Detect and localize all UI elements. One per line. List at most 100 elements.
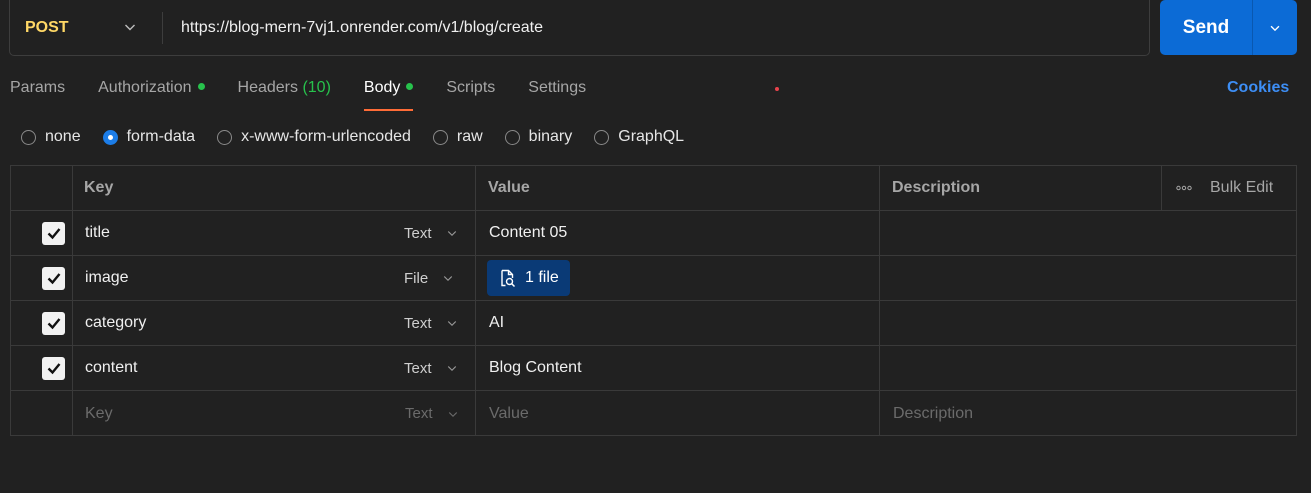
bulk-edit-button[interactable]: Bulk Edit bbox=[1176, 166, 1273, 210]
radio-circle-checked bbox=[102, 129, 118, 145]
column-header-value: Value bbox=[488, 179, 530, 196]
radio-circle bbox=[594, 129, 610, 145]
method-label: POST bbox=[25, 18, 69, 36]
table-row: content Text Blog Content bbox=[11, 346, 1296, 391]
bulk-edit-label: Bulk Edit bbox=[1210, 179, 1274, 196]
value-cell[interactable]: Content 05 bbox=[489, 211, 567, 255]
send-options-button[interactable] bbox=[1253, 0, 1297, 55]
type-label: Text bbox=[404, 359, 432, 377]
type-label: Text bbox=[404, 314, 432, 332]
file-button[interactable]: 1 file bbox=[487, 260, 570, 296]
value-input-placeholder[interactable]: Value bbox=[489, 391, 529, 436]
request-tabs: Params Authorization Headers (10) Body S… bbox=[10, 77, 619, 111]
body-type-selector: none form-data x-www-form-urlencoded raw… bbox=[21, 127, 706, 147]
tab-label: Scripts bbox=[446, 79, 496, 96]
radio-graphql[interactable]: GraphQL bbox=[594, 128, 684, 146]
checkmark-icon bbox=[47, 318, 60, 330]
type-label: File bbox=[404, 269, 429, 287]
tab-label: Body bbox=[363, 79, 401, 96]
chevron-down-icon bbox=[447, 366, 456, 372]
url-input[interactable] bbox=[163, 0, 1149, 55]
unsaved-indicator bbox=[775, 87, 779, 91]
radio-circle bbox=[21, 129, 36, 145]
chevron-down-icon bbox=[444, 276, 453, 282]
table-row: title Text Content 05 bbox=[11, 211, 1296, 256]
radio-circle bbox=[432, 129, 448, 145]
tab-scripts[interactable]: Scripts bbox=[446, 77, 495, 111]
key-cell[interactable]: title bbox=[85, 211, 110, 255]
table-row: image File 1 file bbox=[11, 256, 1296, 301]
key-cell[interactable]: category bbox=[85, 301, 146, 345]
type-selector[interactable]: File bbox=[404, 256, 454, 300]
tab-settings[interactable]: Settings bbox=[528, 77, 586, 111]
column-header-description: Description bbox=[892, 179, 981, 196]
chevron-down-icon bbox=[1270, 25, 1280, 31]
type-selector[interactable]: Text bbox=[404, 211, 458, 255]
key-cell[interactable]: image bbox=[85, 256, 129, 300]
tab-label: Authorization bbox=[98, 79, 192, 96]
tab-params[interactable]: Params bbox=[10, 77, 65, 111]
file-search-icon bbox=[501, 269, 516, 288]
chevron-down-icon bbox=[447, 231, 456, 237]
method-selector[interactable]: POST bbox=[10, 0, 162, 55]
type-selector[interactable]: Text bbox=[404, 346, 458, 390]
tab-headers[interactable]: Headers (10) bbox=[238, 77, 331, 111]
radio-label: raw bbox=[456, 128, 483, 145]
description-input-placeholder[interactable]: Description bbox=[893, 391, 973, 436]
form-data-table: Key Value Description Bulk Edit title Te… bbox=[10, 165, 1297, 436]
status-dot bbox=[197, 83, 205, 90]
tab-body[interactable]: Body bbox=[363, 77, 414, 111]
key-cell[interactable]: content bbox=[85, 346, 137, 390]
row-checkbox[interactable] bbox=[42, 211, 65, 255]
type-selector[interactable]: Text bbox=[405, 391, 459, 436]
radio-label: none bbox=[45, 128, 81, 145]
tab-label: Params bbox=[10, 79, 66, 96]
type-label: Text bbox=[405, 405, 433, 422]
value-cell[interactable]: Blog Content bbox=[489, 346, 582, 390]
table-row: category Text AI bbox=[11, 301, 1296, 346]
checkmark-icon bbox=[47, 273, 60, 285]
type-selector[interactable]: Text bbox=[404, 301, 458, 345]
radio-raw[interactable]: raw bbox=[432, 128, 483, 146]
row-checkbox[interactable] bbox=[42, 256, 65, 300]
status-dot bbox=[406, 83, 414, 90]
checkbox-checked bbox=[42, 311, 65, 335]
radio-form-data[interactable]: form-data bbox=[102, 128, 196, 146]
column-header-key: Key bbox=[84, 179, 114, 196]
radio-label: form-data bbox=[126, 128, 196, 145]
chevron-down-icon bbox=[448, 411, 457, 417]
tab-label: Headers bbox=[237, 79, 298, 96]
tab-authorization[interactable]: Authorization bbox=[98, 77, 205, 111]
radio-label: x-www-form-urlencoded bbox=[241, 128, 411, 145]
cookies-link[interactable]: Cookies bbox=[1227, 79, 1289, 97]
radio-urlencoded[interactable]: x-www-form-urlencoded bbox=[217, 128, 411, 146]
checkbox-checked bbox=[42, 221, 65, 245]
checkbox-checked bbox=[42, 266, 65, 290]
radio-circle bbox=[504, 129, 520, 145]
checkmark-icon bbox=[47, 363, 60, 375]
tab-label: Settings bbox=[528, 79, 587, 96]
headers-count: (10) bbox=[302, 79, 331, 96]
radio-none[interactable]: none bbox=[21, 128, 81, 146]
type-label: Text bbox=[404, 224, 432, 242]
value-cell[interactable]: AI bbox=[489, 301, 504, 345]
row-checkbox[interactable] bbox=[42, 346, 65, 390]
row-checkbox[interactable] bbox=[42, 301, 65, 345]
radio-circle bbox=[217, 129, 233, 145]
radio-label: binary bbox=[528, 128, 573, 145]
radio-label: GraphQL bbox=[618, 128, 685, 145]
key-input-placeholder[interactable]: Key bbox=[85, 391, 113, 436]
new-row: Key Text Value Description bbox=[11, 391, 1296, 436]
checkmark-icon bbox=[47, 228, 60, 240]
send-button-group: Send bbox=[1160, 0, 1297, 55]
table-header-row: Key Value Description Bulk Edit bbox=[11, 166, 1296, 211]
value-cell: 1 file bbox=[487, 256, 570, 300]
more-icon bbox=[1176, 185, 1192, 191]
send-button[interactable]: Send bbox=[1160, 0, 1252, 55]
checkbox-checked bbox=[42, 356, 65, 380]
request-url-bar: POST bbox=[9, 0, 1150, 56]
chevron-down-icon bbox=[125, 24, 135, 31]
chevron-down-icon bbox=[447, 321, 456, 327]
radio-binary[interactable]: binary bbox=[504, 128, 573, 146]
file-count-label: 1 file bbox=[525, 269, 559, 286]
